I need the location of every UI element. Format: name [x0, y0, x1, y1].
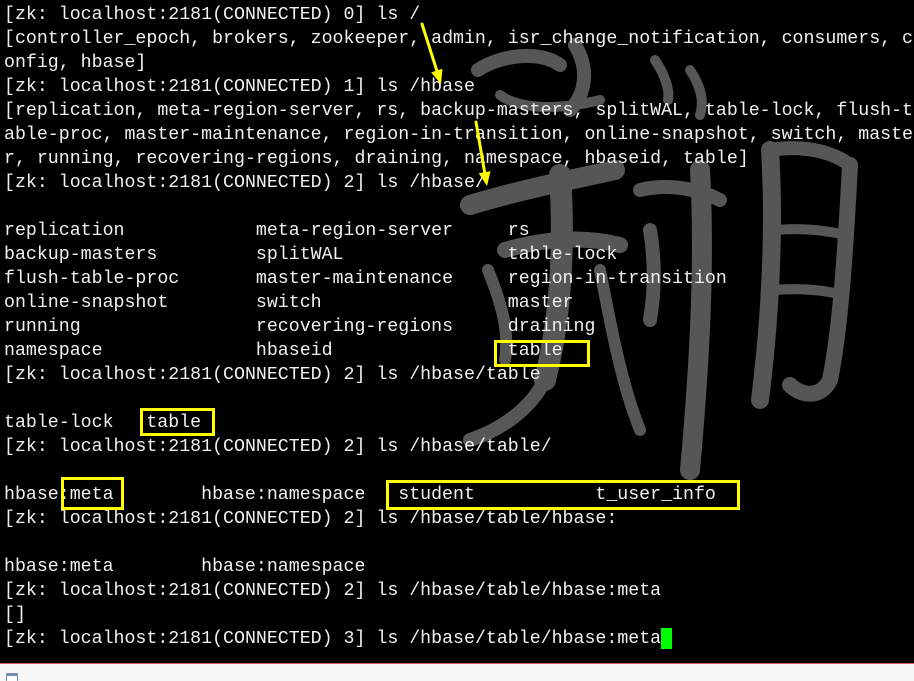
bottom-status-bar — [0, 663, 914, 681]
output-line: [controller_epoch, brokers, zookeeper, a… — [4, 29, 913, 49]
shell-prompt: [zk: localhost:2181(CONNECTED) 2] — [4, 509, 366, 529]
znode-name: recovering-regions — [255, 317, 454, 337]
shell-prompt: [zk: localhost:2181(CONNECTED) 1] — [4, 77, 366, 97]
znode-name: master-maintenance — [255, 269, 454, 289]
znode-name: replication — [4, 221, 125, 241]
znode-name: flush-table-proc — [4, 269, 180, 289]
command-text: ls /hbase — [376, 77, 475, 97]
listing-row: flush-table-proc master-maintenance region… — [4, 267, 914, 291]
shell-prompt: [zk: localhost:2181(CONNECTED) 3] — [4, 629, 366, 649]
command-line: [zk: localhost:2181(CONNECTED) 2] ls /hb… — [4, 435, 914, 459]
znode-name: rs — [507, 221, 530, 241]
shell-prompt: [zk: localhost:2181(CONNECTED) 2] — [4, 365, 366, 385]
terminal-window: [zk: localhost:2181(CONNECTED) 0] ls / [… — [0, 0, 914, 681]
command-text: ls /hbase/table — [376, 365, 541, 385]
shell-prompt: [zk: localhost:2181(CONNECTED) 2] — [4, 173, 366, 193]
window-icon — [6, 673, 18, 681]
highlight-box-meta — [61, 477, 124, 510]
highlight-box-table-znode — [494, 340, 590, 367]
znode-name: running — [4, 317, 81, 337]
znode-name: backup-masters — [4, 245, 158, 265]
command-line: [zk: localhost:2181(CONNECTED) 2] ls /hb… — [4, 363, 914, 387]
command-line: [zk: localhost:2181(CONNECTED) 2] ls /hb… — [4, 507, 914, 531]
znode-name: switch — [255, 293, 322, 313]
command-text: ls /hbase/table/hbase:meta — [376, 581, 662, 601]
shell-prompt: [zk: localhost:2181(CONNECTED) 2] — [4, 581, 366, 601]
current-command-input[interactable]: [zk: localhost:2181(CONNECTED) 3] ls /hb… — [4, 627, 914, 651]
command-line: [zk: localhost:2181(CONNECTED) 2] ls /hb… — [4, 579, 914, 603]
command-line: [zk: localhost:2181(CONNECTED) 0] ls / — [4, 3, 914, 27]
znode-name: table-lock — [507, 245, 618, 265]
znode-name: hbase:meta — [4, 557, 114, 577]
output-line: [] — [4, 605, 26, 625]
highlight-box-user-tables — [386, 480, 740, 510]
znode-name: splitWAL — [255, 245, 344, 265]
output-line: [replication, meta-region-server, rs, ba… — [4, 101, 913, 121]
znode-name: table-lock — [4, 413, 114, 433]
znode-name: hbaseid — [255, 341, 333, 361]
highlight-box-table-child — [140, 408, 215, 436]
listing-row: running recovering-regions draining — [4, 315, 914, 339]
shell-prompt: [zk: localhost:2181(CONNECTED) 0] — [4, 5, 366, 25]
znode-name: online-snapshot — [4, 293, 169, 313]
znode-name: draining — [507, 317, 596, 337]
command-text: ls /hbase/table/hbase:meta — [376, 629, 662, 649]
output-line: onfig, hbase] — [4, 53, 147, 73]
command-line: [zk: localhost:2181(CONNECTED) 1] ls /hb… — [4, 75, 914, 99]
output-line: able-proc, master-maintenance, region-in… — [4, 125, 913, 145]
command-text: ls /hbase/table/hbase: — [376, 509, 618, 529]
znode-name: hbase:namespace — [201, 557, 366, 577]
listing-row: replication meta-region-server rs — [4, 219, 914, 243]
command-text: ls /hbase/table/ — [376, 437, 552, 457]
listing-row: backup-masters splitWAL table-lock — [4, 243, 914, 267]
shell-prompt: [zk: localhost:2181(CONNECTED) 2] — [4, 437, 366, 457]
znode-name: hbase:namespace — [201, 485, 366, 505]
output-line: r, running, recovering-regions, draining… — [4, 149, 749, 169]
znode-name: region-in-transition — [507, 269, 727, 289]
znode-name: master — [507, 293, 574, 313]
command-text: ls /hbase/ — [376, 173, 486, 193]
command-text: ls / — [376, 5, 421, 25]
listing-row: hbase:meta hbase:namespace — [4, 555, 914, 579]
text-cursor — [661, 628, 673, 649]
znode-name: namespace — [4, 341, 103, 361]
listing-row: namespace hbaseid table — [4, 339, 914, 363]
listing-row: online-snapshot switch master — [4, 291, 914, 315]
znode-name: meta-region-server — [255, 221, 454, 241]
terminal-screen[interactable]: [zk: localhost:2181(CONNECTED) 0] ls / [… — [4, 3, 914, 651]
command-line: [zk: localhost:2181(CONNECTED) 2] ls /hb… — [4, 171, 914, 195]
